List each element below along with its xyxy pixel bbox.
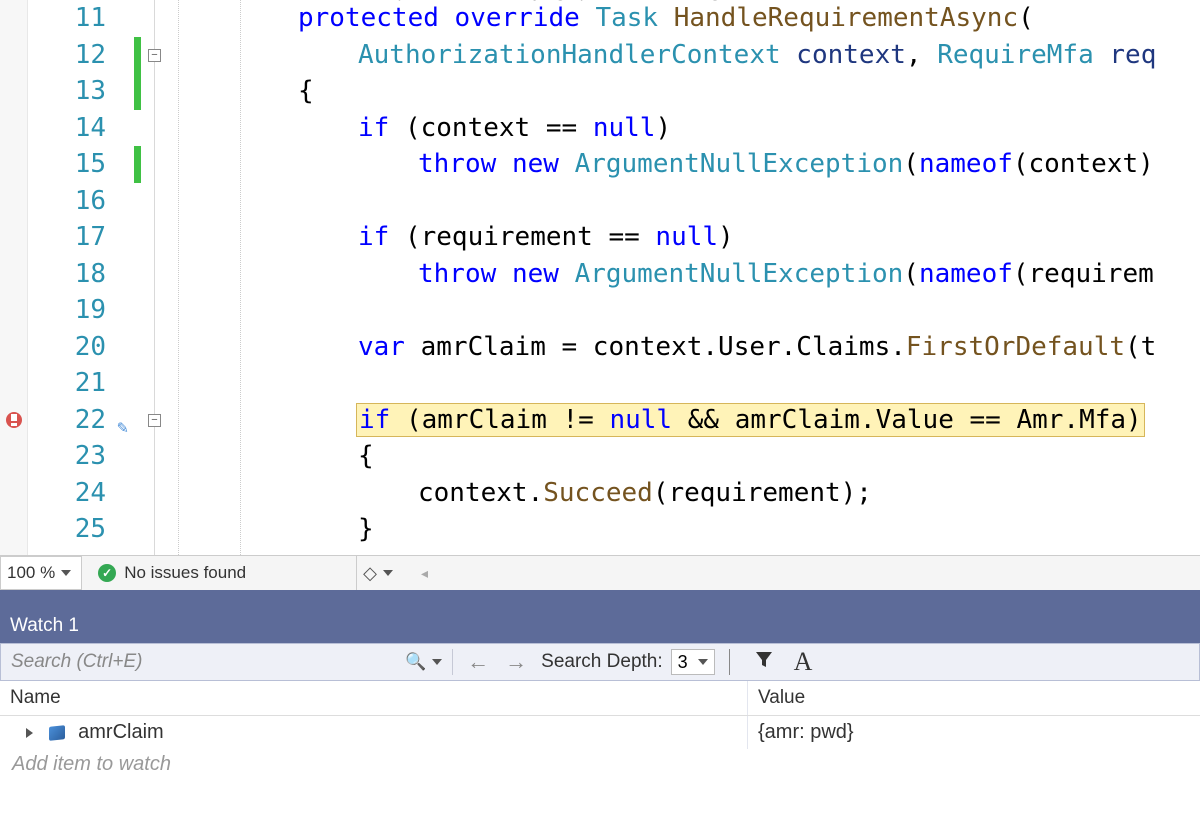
watch-row[interactable]: amrClaim {amr: pwd} (0, 716, 1200, 749)
watch-columns-header: Name Value (0, 681, 1200, 716)
text-style-icon[interactable]: A (784, 647, 823, 677)
watch-search-input[interactable] (1, 644, 401, 680)
col-name-header[interactable]: Name (0, 681, 748, 715)
pen-icon: ✎ (117, 410, 128, 447)
object-icon (49, 725, 65, 741)
current-statement: if (amrClaim != null && amrClaim.Value =… (170, 402, 1200, 439)
fold-toggle-icon[interactable]: − (148, 414, 161, 427)
watch-value: {amr: pwd} (748, 716, 1200, 749)
check-icon: ✓ (98, 564, 116, 582)
zoom-dropdown[interactable]: 100 % (0, 556, 82, 590)
filter-icon[interactable] (744, 649, 784, 675)
line-num: 11 (28, 0, 106, 37)
fold-toggle-icon[interactable]: − (148, 49, 161, 62)
line-num: 17 (28, 219, 106, 256)
exception-breakpoint-icon[interactable] (4, 410, 24, 430)
line-num: 20 (28, 329, 106, 366)
line-num: 15 (28, 146, 106, 183)
editor-status-bar: 100 % ✓ No issues found ◇ ◂ (0, 555, 1200, 590)
highlighter-icon[interactable]: ◇ (357, 563, 383, 584)
chevron-down-icon[interactable] (383, 570, 393, 576)
search-next-icon[interactable]: → (497, 649, 535, 675)
chevron-down-icon (698, 659, 708, 665)
line-num: 21 (28, 365, 106, 402)
depth-dropdown[interactable]: 3 (671, 649, 715, 675)
line-num: 13 (28, 73, 106, 110)
watch-toolbar: 🔍 ← → Search Depth: 3 A (0, 643, 1200, 681)
debug-spacer (0, 590, 1200, 612)
glyph-margin[interactable] (0, 0, 28, 555)
issues-label[interactable]: No issues found (124, 563, 246, 583)
change-margin (132, 0, 144, 555)
search-prev-icon[interactable]: ← (459, 649, 497, 675)
line-num: 24 (28, 475, 106, 512)
search-icon[interactable]: 🔍 (401, 652, 430, 672)
line-num: 23 (28, 438, 106, 475)
add-watch-placeholder[interactable]: Add item to watch (0, 749, 1200, 780)
chevron-down-icon[interactable] (432, 659, 442, 665)
outline-margin[interactable]: − − (144, 0, 166, 555)
watch-name: amrClaim (78, 721, 164, 743)
expander-icon[interactable] (26, 728, 33, 738)
code-content[interactable]: 0 references | damienbod, 1 day ago | 1 … (170, 0, 1200, 555)
line-num: 19 (28, 292, 106, 329)
nav-back-icon[interactable]: ◂ (413, 565, 436, 582)
col-value-header[interactable]: Value (748, 681, 1200, 715)
line-num: 16 (28, 183, 106, 220)
depth-label: Search Depth: (541, 651, 662, 673)
line-num: 22✎ (28, 402, 106, 439)
zoom-level: 100 % (7, 563, 55, 583)
watch-panel-title[interactable]: Watch 1 (0, 612, 1200, 643)
line-number-gutter[interactable]: 11 12 13 14 15 16 17 18 19 20 21 22✎ 23 … (28, 0, 114, 555)
codelens-label[interactable]: 0 references | damienbod, 1 day ago | 1 … (298, 0, 738, 2)
line-num: 25 (28, 511, 106, 548)
line-num: 12 (28, 37, 106, 74)
code-editor[interactable]: 11 12 13 14 15 16 17 18 19 20 21 22✎ 23 … (0, 0, 1200, 555)
line-num: 14 (28, 110, 106, 147)
line-num: 18 (28, 256, 106, 293)
depth-value: 3 (678, 652, 688, 673)
chevron-down-icon (61, 570, 71, 576)
